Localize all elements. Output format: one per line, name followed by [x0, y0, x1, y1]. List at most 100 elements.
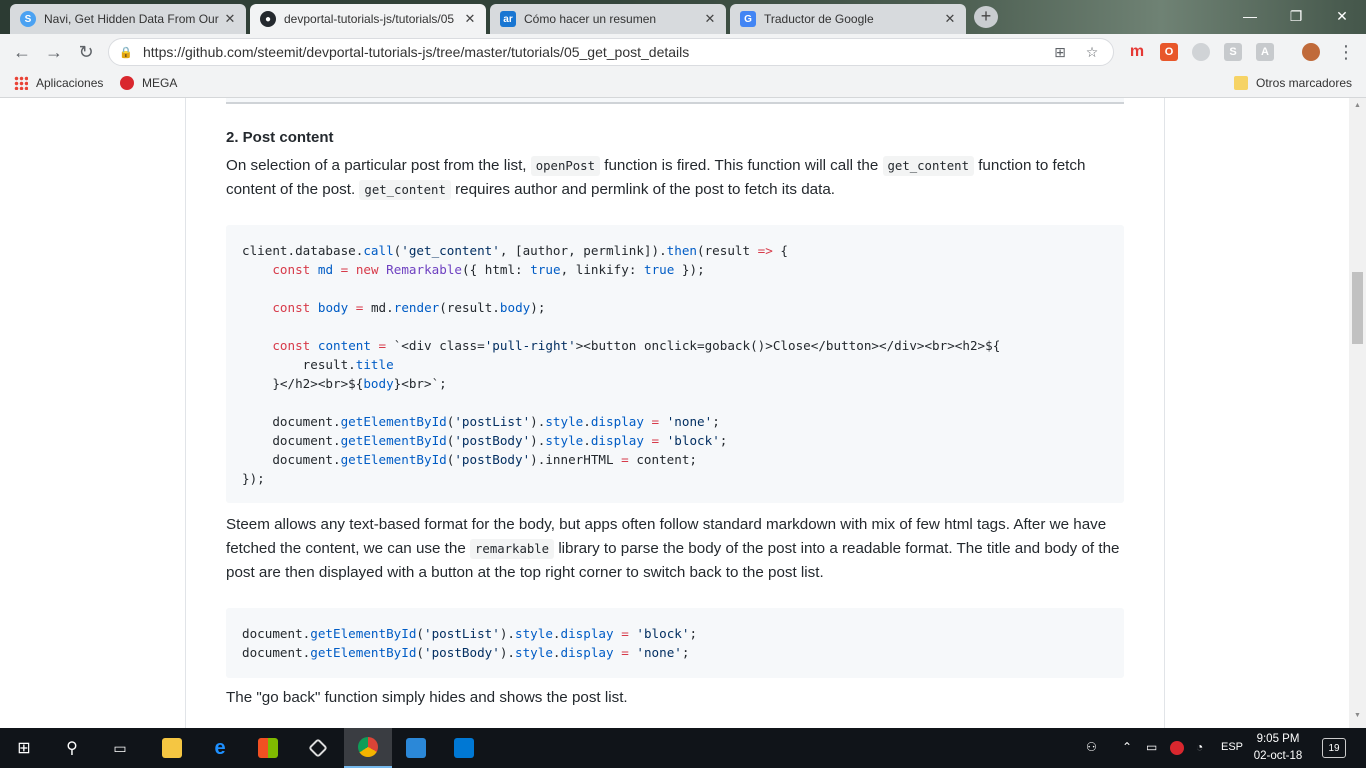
- folder-icon: [1234, 76, 1248, 90]
- reload-button[interactable]: ↻: [74, 40, 98, 64]
- new-tab-button[interactable]: +: [974, 6, 998, 28]
- close-icon[interactable]: ✕: [462, 11, 478, 27]
- edge-icon: e: [214, 737, 226, 759]
- code-line: const content = `<div class='pull-right'…: [272, 338, 1001, 353]
- avatar[interactable]: [1302, 43, 1320, 61]
- tab-steemit[interactable]: S Navi, Get Hidden Data From Our ✕: [10, 4, 246, 34]
- pdf-extension-icon[interactable]: A: [1256, 43, 1274, 61]
- bookmark-label: Aplicaciones: [36, 76, 104, 90]
- windows-icon: ⊞: [17, 740, 31, 757]
- menu-icon[interactable]: ⋮: [1334, 40, 1358, 64]
- bookmark-apps[interactable]: Aplicaciones: [14, 76, 103, 90]
- code-line: document.getElementById('postBody').inne…: [242, 452, 697, 467]
- google-translate-icon: G: [740, 11, 756, 27]
- tab-title: devportal-tutorials-js/tutorials/05: [284, 12, 455, 26]
- code-line: document.getElementById('postBody').styl…: [242, 645, 690, 660]
- close-icon[interactable]: ✕: [702, 11, 718, 27]
- taskbar-photos[interactable]: [392, 728, 440, 768]
- paragraph-go-back: The "go back" function simply hides and …: [226, 689, 628, 706]
- store-icon: [258, 738, 278, 758]
- tab-title: Traductor de Google: [764, 12, 874, 26]
- forward-button[interactable]: →: [42, 40, 66, 64]
- people-icon[interactable]: ⚇: [1086, 740, 1097, 754]
- clock-date: 02-oct-18: [1253, 750, 1303, 762]
- taskbar-edge[interactable]: e: [196, 728, 244, 768]
- maximize-button[interactable]: ❐: [1274, 4, 1318, 28]
- inline-code: get_content: [882, 156, 974, 176]
- code-line: client.database.call('get_content', [aut…: [242, 243, 789, 258]
- bookmark-label: MEGA: [142, 76, 178, 90]
- github-icon: ●: [260, 11, 276, 27]
- bookmarks-bar: Aplicaciones MEGA Otros marcadores: [0, 70, 1366, 98]
- tab-github[interactable]: ● devportal-tutorials-js/tutorials/05 ✕: [250, 4, 486, 34]
- taskbar-explorer[interactable]: [148, 728, 196, 768]
- lock-icon: 🔒: [119, 46, 133, 59]
- close-icon[interactable]: ✕: [942, 11, 958, 27]
- bookmark-mega[interactable]: MEGA: [120, 76, 177, 90]
- browser-title-bar: S Navi, Get Hidden Data From Our ✕ ● dev…: [0, 0, 1366, 34]
- language-indicator[interactable]: ESP: [1221, 741, 1243, 753]
- windows-taskbar: ⊞ ⚲ ▭ e ⚇ ⌃ ▭ ◔ ESP 9:05 PM 02-oct-18 19: [0, 728, 1366, 768]
- folder-icon: [162, 738, 182, 758]
- mega-tray-icon[interactable]: [1170, 741, 1184, 755]
- text: function is fired. This function will ca…: [604, 157, 879, 174]
- tab-title: Cómo hacer un resumen: [524, 12, 657, 26]
- photos-icon: [406, 738, 426, 758]
- paragraph-intro: On selection of a particular post from t…: [226, 154, 1126, 202]
- bookmark-label: Otros marcadores: [1256, 76, 1353, 90]
- close-window-button[interactable]: ✕: [1320, 4, 1364, 28]
- close-icon[interactable]: ✕: [222, 11, 238, 27]
- search-button[interactable]: ⚲: [48, 728, 96, 768]
- taskbar-store[interactable]: [244, 728, 292, 768]
- scroll-up-arrow[interactable]: ▲: [1352, 102, 1363, 114]
- office-extension-icon[interactable]: O: [1160, 43, 1178, 61]
- bookmark-other[interactable]: Otros marcadores: [1234, 76, 1352, 90]
- notification-center-icon[interactable]: 19: [1322, 738, 1346, 758]
- code-line: const body = md.render(result.body);: [272, 300, 546, 315]
- code-block-toggle-display: document.getElementById('postList').styl…: [226, 608, 1124, 678]
- task-view-button[interactable]: ▭: [96, 728, 144, 768]
- scrollbar-thumb[interactable]: [1352, 272, 1363, 344]
- extension-icon[interactable]: [1192, 43, 1210, 61]
- task-view-icon: ▭: [113, 739, 127, 756]
- code-line: document.getElementById('postList').styl…: [242, 626, 698, 641]
- inline-code: openPost: [530, 156, 600, 176]
- taskbar-chrome[interactable]: [344, 728, 392, 768]
- scroll-down-arrow[interactable]: ▼: [1352, 712, 1363, 724]
- start-button[interactable]: ⊞: [0, 728, 48, 768]
- taskbar-unity[interactable]: [294, 728, 342, 768]
- text: On selection of a particular post from t…: [226, 157, 527, 174]
- text: requires author and permlink of the post…: [455, 181, 835, 198]
- code-block-get-content: client.database.call('get_content', [aut…: [226, 225, 1124, 503]
- chrome-icon: [358, 737, 378, 757]
- inline-code: remarkable: [470, 539, 555, 559]
- clock-time: 9:05 PM: [1256, 733, 1300, 745]
- inline-code: get_content: [359, 180, 451, 200]
- taskbar-vscode[interactable]: [440, 728, 488, 768]
- search-icon: ⚲: [66, 740, 78, 757]
- clock[interactable]: 9:05 PM 02-oct-18: [1246, 731, 1310, 765]
- unity-icon: [308, 738, 328, 758]
- address-bar[interactable]: 🔒 https://github.com/steemit/devportal-t…: [108, 38, 1114, 66]
- translate-page-icon[interactable]: ⊞: [1049, 44, 1071, 61]
- previous-code-block: [226, 98, 1124, 104]
- bookmark-star-icon[interactable]: ☆: [1081, 44, 1103, 61]
- code-line: document.getElementById('postBody').styl…: [242, 433, 728, 448]
- article: 2. Post content On selection of a partic…: [185, 98, 1165, 728]
- mega-extension-icon[interactable]: m: [1128, 43, 1146, 61]
- skype-extension-icon[interactable]: S: [1224, 43, 1242, 61]
- minimize-button[interactable]: —: [1228, 4, 1272, 28]
- page-scrollbar[interactable]: ▲ ▼: [1349, 98, 1366, 728]
- wifi-icon[interactable]: ◔: [1196, 740, 1203, 754]
- url-text: https://github.com/steemit/devportal-tut…: [143, 44, 690, 60]
- tab-translate[interactable]: G Traductor de Google ✕: [730, 4, 966, 34]
- battery-icon[interactable]: ▭: [1146, 740, 1157, 754]
- page-content: 2. Post content On selection of a partic…: [0, 98, 1366, 728]
- tab-resumen[interactable]: ar Cómo hacer un resumen ✕: [490, 4, 726, 34]
- chevron-up-icon[interactable]: ⌃: [1122, 740, 1132, 754]
- code-line: document.getElementById('postList').styl…: [242, 414, 720, 429]
- back-button[interactable]: ←: [10, 40, 34, 64]
